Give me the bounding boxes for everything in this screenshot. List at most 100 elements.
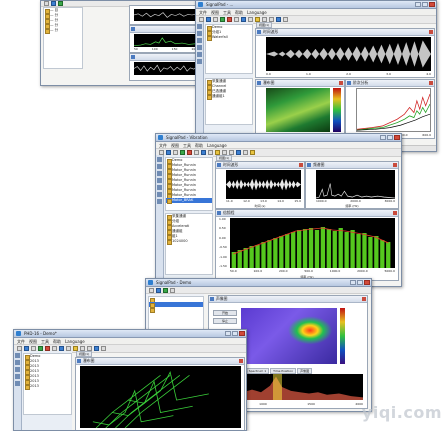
toolbar-button[interactable] — [283, 17, 288, 22]
tick-label: 50 — [134, 47, 138, 51]
start-button[interactable]: 开始 — [213, 310, 237, 316]
tool-icon[interactable] — [197, 24, 202, 29]
tree-item[interactable]: — 分 — [44, 28, 82, 34]
tree-item[interactable]: 1024000 — [166, 239, 212, 245]
menu-help[interactable]: 帮助 — [53, 339, 61, 344]
tool-icon[interactable] — [197, 38, 202, 43]
tool-icon[interactable] — [157, 171, 162, 176]
tool-icon[interactable] — [157, 192, 162, 197]
close-icon[interactable] — [364, 280, 370, 285]
toolbar-button[interactable] — [163, 287, 168, 293]
menu-view[interactable]: 视图 — [29, 339, 37, 344]
tool-icon[interactable] — [15, 367, 20, 372]
menu-help[interactable]: 帮助 — [195, 143, 203, 148]
menu-language[interactable]: Language — [65, 339, 85, 344]
time-waveform-panel: 时间波形 11.0 12.0 13.0 14.0 15.0 时间 (s) — [215, 161, 305, 209]
menu-view[interactable]: 视图 — [211, 10, 219, 15]
plot-area[interactable] — [226, 170, 301, 199]
watermark: yiqi.com — [361, 403, 442, 422]
tool-icon[interactable] — [15, 374, 20, 379]
tool-icon[interactable] — [157, 178, 162, 183]
menu-file[interactable]: 文件 — [199, 10, 207, 15]
close-icon[interactable] — [393, 163, 397, 167]
plot-area[interactable] — [266, 37, 431, 71]
tool-icon[interactable] — [197, 59, 202, 64]
menu-file[interactable]: 文件 — [159, 143, 167, 148]
plot-area[interactable] — [316, 170, 395, 199]
toolbar-button[interactable] — [276, 17, 281, 22]
tool-icon[interactable] — [157, 164, 162, 169]
window-signalpad-top: SignalPad - ... 文件 视图 工具 帮助 Language 视图(… — [195, 0, 437, 152]
close-icon[interactable] — [393, 211, 397, 215]
tool-icon[interactable] — [15, 353, 20, 358]
menu-file[interactable]: 文件 — [17, 339, 25, 344]
close-icon[interactable] — [362, 297, 366, 301]
toolbar-button[interactable] — [44, 1, 49, 6]
menu-view[interactable]: 视图 — [171, 143, 179, 148]
toolbar-button[interactable] — [149, 287, 154, 293]
tree-item-selected[interactable]: Motor_BRAK — [166, 198, 212, 204]
maximize-icon[interactable] — [232, 331, 238, 336]
plot-area[interactable] — [356, 88, 431, 132]
tool-icon[interactable] — [197, 45, 202, 50]
minimize-icon[interactable] — [350, 280, 356, 285]
tree-item[interactable]: 通道组1 — [206, 94, 252, 100]
menu-language[interactable]: Language — [247, 10, 267, 15]
close-icon[interactable] — [429, 81, 433, 85]
toolbar-button[interactable] — [94, 346, 99, 351]
menu-tools[interactable]: 工具 — [223, 10, 231, 15]
window-title: SignalPad - ... — [206, 2, 234, 7]
maximize-icon[interactable] — [422, 2, 428, 7]
toolbar-button[interactable] — [58, 1, 63, 6]
waveform — [226, 178, 301, 191]
panel-title: 时间波形 — [223, 162, 239, 167]
tree-item[interactable]: Waterfall — [206, 35, 252, 41]
toolbar-button[interactable] — [250, 150, 255, 155]
tree-item[interactable]: ​ — [149, 307, 203, 313]
close-icon[interactable] — [299, 163, 303, 167]
tool-icon[interactable] — [15, 381, 20, 386]
close-icon[interactable] — [429, 30, 433, 34]
toolbar-button[interactable] — [51, 1, 56, 6]
panel-header: 倍频程 — [216, 210, 398, 217]
plot-area[interactable] — [230, 218, 395, 268]
panel-title: 瀑布图 — [83, 358, 95, 363]
toolbar-button[interactable] — [243, 150, 248, 155]
tool-icon[interactable] — [157, 199, 162, 204]
tool-icon[interactable] — [197, 52, 202, 57]
tool-icon[interactable] — [157, 157, 162, 162]
maximize-icon[interactable] — [357, 280, 363, 285]
tick-label: 0.50 — [219, 226, 226, 231]
stop-button[interactable]: 停止 — [213, 318, 237, 324]
toolbar-button[interactable] — [101, 346, 106, 351]
menu-help[interactable]: 帮助 — [235, 10, 243, 15]
tick-label: 500.0 — [304, 269, 313, 273]
menu-tools[interactable]: 工具 — [183, 143, 191, 148]
octave-bars — [231, 227, 391, 268]
acoustic-image[interactable] — [241, 308, 337, 364]
minimize-icon[interactable] — [380, 135, 386, 140]
tool-icon[interactable] — [157, 185, 162, 190]
close-icon[interactable] — [239, 331, 245, 336]
tick-label: 3000.0 — [384, 199, 396, 203]
menu-tools[interactable]: 工具 — [41, 339, 49, 344]
toolbar-button[interactable] — [170, 287, 175, 293]
tool-icon[interactable] — [15, 360, 20, 365]
spectrogram-area[interactable] — [266, 88, 330, 132]
toolbar-button[interactable] — [156, 287, 161, 293]
minimize-icon[interactable] — [225, 331, 231, 336]
close-icon[interactable] — [394, 135, 400, 140]
close-icon[interactable] — [339, 81, 343, 85]
tick-label: 50.0 — [230, 269, 237, 273]
app-icon — [16, 331, 21, 336]
maximize-icon[interactable] — [387, 135, 393, 140]
waterfall-area[interactable] — [80, 366, 241, 428]
menu-language[interactable]: Language — [207, 143, 227, 148]
close-icon[interactable] — [239, 359, 243, 363]
minimize-icon[interactable] — [415, 2, 421, 7]
colorbar — [340, 308, 345, 364]
toolbar-button[interactable] — [236, 150, 241, 155]
tool-icon[interactable] — [197, 31, 202, 36]
tree-item[interactable]: 2013 — [24, 384, 71, 390]
close-icon[interactable] — [429, 2, 435, 7]
